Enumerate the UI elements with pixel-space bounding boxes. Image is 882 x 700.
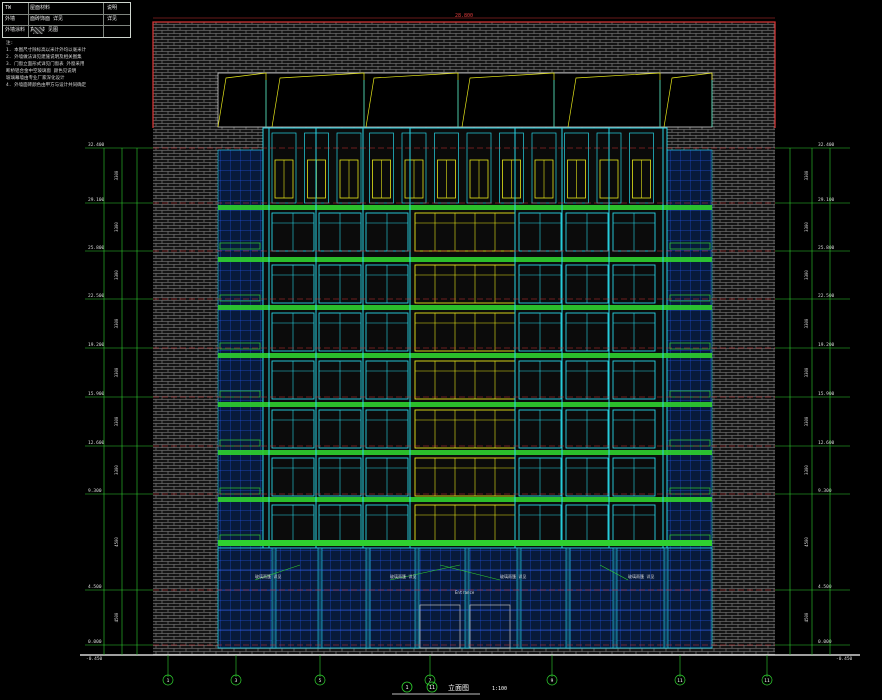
canopy-note: 玻璃雨篷 详见: [390, 573, 416, 579]
dimension-label: 4500: [114, 612, 119, 622]
level-elevation: 19.200: [818, 342, 835, 348]
dimension-label: 3300: [804, 416, 809, 426]
canopy-note: 玻璃雨篷 详见: [628, 573, 654, 579]
drawing-canvas: { "legend": { "rows": [ {"code": "TW", "…: [0, 0, 882, 700]
level-elevation: 15.900: [818, 391, 835, 397]
level-elevation: 25.800: [818, 245, 835, 251]
floor-band: [218, 305, 712, 310]
storefront-column: [464, 547, 470, 649]
level-elevation: 0.000: [88, 639, 102, 645]
dimension-label: 4500: [804, 612, 809, 622]
level-elevation: 29.100: [818, 197, 835, 203]
floor-band: [218, 353, 712, 358]
level-elevation: 9.300: [88, 488, 102, 494]
dimension-label: 3300: [804, 367, 809, 377]
level-elevation: 15.900: [88, 391, 105, 397]
title-axis-left: 1: [405, 685, 408, 691]
drawing-title: 立面图: [448, 683, 469, 692]
entrance-label: Entrance: [455, 590, 475, 595]
ground-elevation: -0.450: [836, 656, 853, 662]
level-elevation: 19.200: [88, 342, 105, 348]
drawing-scale: 1:100: [492, 686, 507, 692]
storefront-column: [365, 547, 371, 649]
axis-label: 5: [319, 678, 322, 684]
elevation-drawing: 28.800 32.400 3300 29.100 3300 25.800 3300 22.…: [80, 13, 860, 695]
floor-band: [218, 257, 712, 262]
canopy-note: 玻璃雨篷 详见: [500, 573, 526, 579]
storefront-column: [317, 547, 323, 649]
floor-band: [218, 497, 712, 502]
axis-label: 9: [551, 678, 554, 684]
storefront-column: [271, 547, 277, 649]
floor-band: [218, 402, 712, 407]
axis-label: 3: [235, 678, 238, 684]
dimension-label: 3300: [804, 318, 809, 328]
dimension-label: 4500: [804, 537, 809, 547]
level-elevation: 12.600: [88, 440, 105, 446]
level-elevation: 32.400: [818, 142, 835, 148]
dimension-label: 3300: [114, 170, 119, 180]
level-elevation: 22.500: [88, 293, 105, 299]
storefront-column: [516, 547, 522, 649]
axis-label: 1: [167, 678, 170, 684]
floor-band: [218, 450, 712, 455]
storefront-column: [663, 547, 669, 649]
level-elevation: 12.600: [818, 440, 835, 446]
ground-elevation: -0.450: [86, 656, 103, 662]
top-dim-label: 28.800: [455, 13, 473, 19]
dimension-label: 3300: [114, 465, 119, 475]
canopy-note: 玻璃雨篷 详见: [255, 573, 281, 579]
title-axis-right: 11: [429, 685, 435, 691]
dimension-label: 3300: [114, 318, 119, 328]
dimension-label: 3300: [114, 270, 119, 280]
dimension-label: 3300: [804, 222, 809, 232]
level-elevation: 32.400: [88, 142, 105, 148]
dimension-label: 3300: [114, 367, 119, 377]
dimension-label: 4500: [114, 537, 119, 547]
storefront-column: [565, 547, 571, 649]
dimension-label: 3300: [804, 270, 809, 280]
level-elevation: 25.800: [88, 245, 105, 251]
podium-band: [218, 540, 712, 546]
level-elevation: 4.500: [88, 584, 102, 590]
roof-pavilions: [217, 72, 713, 128]
floor-band: [218, 205, 712, 210]
level-elevation: 22.500: [818, 293, 835, 299]
dimension-label: 3300: [804, 465, 809, 475]
level-elevation: 29.100: [88, 197, 105, 203]
storefront-column: [612, 547, 618, 649]
storefront-column: [414, 547, 420, 649]
dimension-label: 3300: [114, 222, 119, 232]
dimension-label: 3300: [114, 416, 119, 426]
axis-label: 11: [764, 678, 770, 684]
axis-label: 11: [677, 678, 683, 684]
dimension-label: 3300: [804, 170, 809, 180]
